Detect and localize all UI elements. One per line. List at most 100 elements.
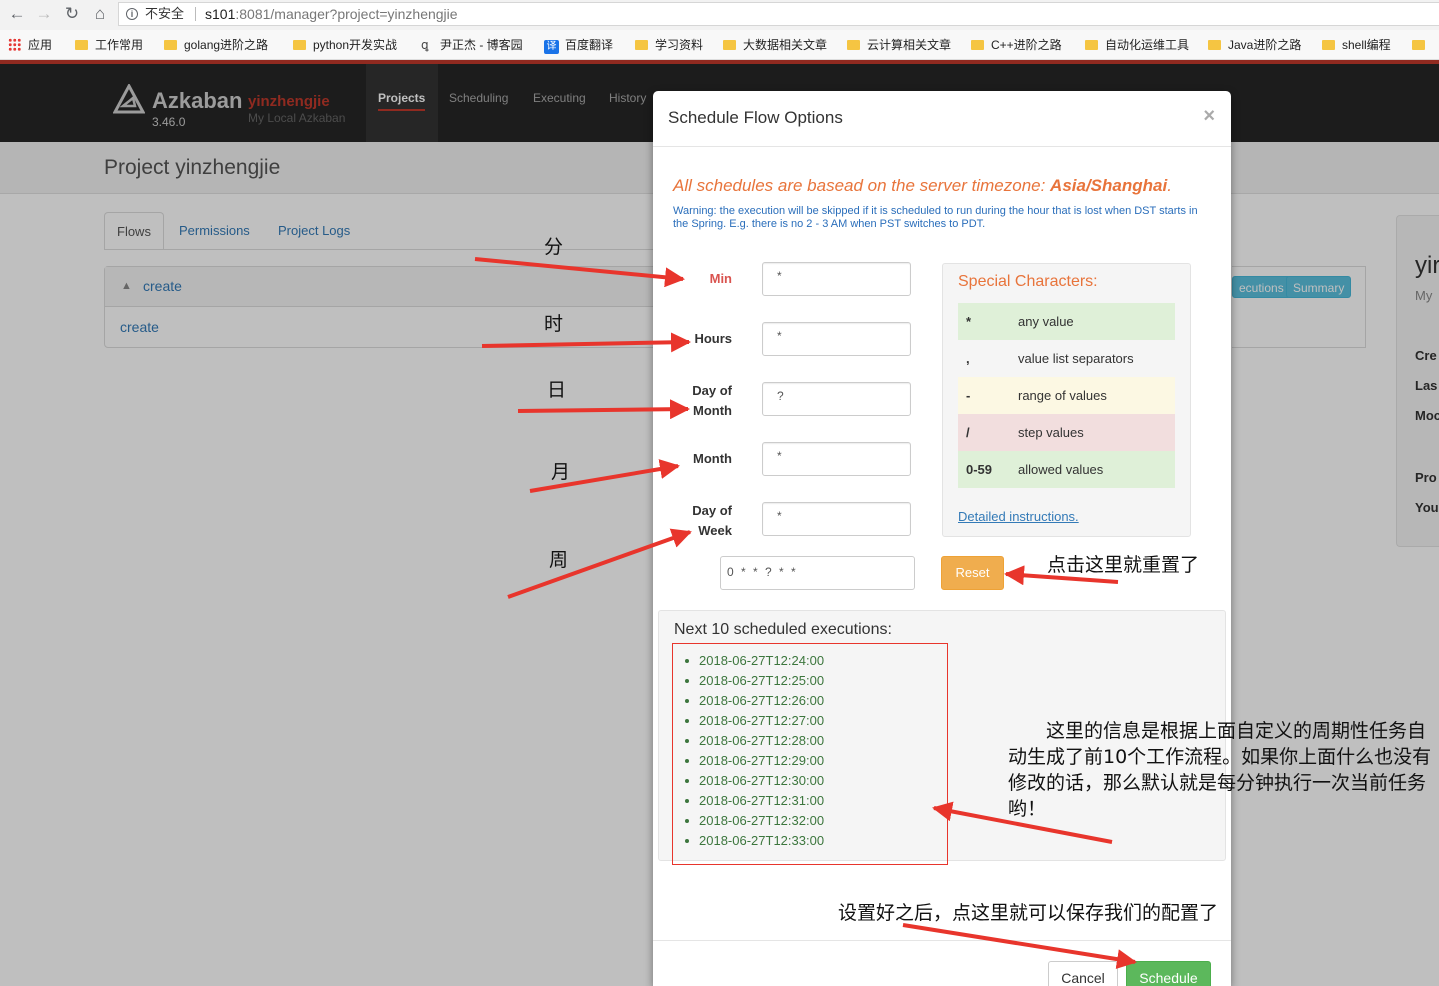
url-text[interactable]: s101:8081/manager?project=yinzhengjie bbox=[205, 3, 458, 25]
bookmark-item[interactable]: Java进阶之路 bbox=[1208, 30, 1301, 60]
min-label: Min bbox=[709, 271, 732, 286]
special-char-desc: allowed values bbox=[1018, 462, 1104, 477]
special-char-row: / step values bbox=[958, 414, 1175, 451]
special-char-desc: step values bbox=[1018, 425, 1084, 440]
special-char-key: 0-59 bbox=[966, 462, 993, 477]
url-host: s101 bbox=[205, 6, 236, 22]
address-bar[interactable]: i 不安全 s101:8081/manager?project=yinzheng… bbox=[118, 2, 1439, 26]
special-char-key: / bbox=[966, 425, 970, 440]
bookmark-item[interactable]: C++进阶之路 bbox=[971, 30, 1062, 60]
schedule-button[interactable]: Schedule bbox=[1126, 961, 1211, 986]
special-char-row: , value list separators bbox=[958, 340, 1175, 377]
bookmark-item[interactable]: 自动化运维工具 bbox=[1085, 30, 1189, 60]
special-char-key: , bbox=[966, 351, 970, 366]
address-separator bbox=[195, 7, 196, 21]
special-char-row: 0-59 allowed values bbox=[958, 451, 1175, 488]
bookmark-label: 尹正杰 - 博客园 bbox=[440, 38, 523, 52]
timezone-note: All schedules are basead on the server t… bbox=[673, 176, 1172, 196]
month-input[interactable]: * bbox=[762, 442, 911, 476]
day-of-month-label-line1: Day of bbox=[692, 383, 732, 398]
bookmark-item[interactable]: 云计算相关文章 bbox=[847, 30, 951, 60]
bookmark-label: 应用 bbox=[28, 38, 53, 52]
bookmark-label: python开发实战 bbox=[313, 38, 398, 52]
day-of-month-label-line2: Month bbox=[693, 403, 732, 418]
bookmark-label: 学习资料 bbox=[655, 38, 704, 52]
day-of-week-label-line2: Week bbox=[698, 523, 732, 538]
folder-icon bbox=[164, 40, 177, 50]
special-characters-title: Special Characters: bbox=[958, 273, 1098, 290]
timezone-value: Asia/Shanghai bbox=[1050, 176, 1168, 195]
browser-toolbar: ← → ↻ ⌂ i 不安全 s101:8081/manager?project=… bbox=[0, 0, 1439, 30]
cron-expression-input[interactable]: 0 * * ? * * bbox=[720, 556, 915, 590]
bookmark-item[interactable]: shell编程 bbox=[1322, 30, 1391, 60]
home-icon[interactable]: ⌂ bbox=[89, 3, 111, 25]
bookmark-label: 百度翻译 bbox=[565, 38, 614, 52]
hours-label: Hours bbox=[694, 331, 732, 346]
reset-button[interactable]: Reset bbox=[941, 556, 1004, 590]
bookmark-label: 大数据相关文章 bbox=[743, 38, 828, 52]
bookmarks-bar: 应用 工作常用 golang进阶之路 python开发实战 ꝗ 尹正杰 - 博客园… bbox=[0, 30, 1439, 60]
folder-icon bbox=[1322, 40, 1335, 50]
blog-icon: ꝗ bbox=[421, 38, 429, 52]
special-char-row: - range of values bbox=[958, 377, 1175, 414]
timezone-suffix: . bbox=[1167, 176, 1172, 195]
bookmark-label: shell编程 bbox=[1342, 38, 1391, 52]
special-characters-panel: Special Characters: * any value , value li… bbox=[942, 263, 1191, 537]
info-icon[interactable]: i bbox=[126, 8, 138, 20]
bookmark-label: C++进阶之路 bbox=[991, 38, 1062, 52]
month-label: Month bbox=[693, 451, 732, 466]
bookmark-item[interactable]: ꝗ 尹正杰 - 博客园 bbox=[421, 30, 523, 60]
annotation-day: 日 bbox=[547, 379, 567, 401]
bookmark-item[interactable]: golang进阶之路 bbox=[164, 30, 268, 60]
special-char-key: * bbox=[966, 314, 972, 329]
detailed-instructions-link[interactable]: Detailed instructions. bbox=[958, 509, 1079, 524]
apps-grid-icon bbox=[8, 38, 21, 51]
back-arrow-icon[interactable]: ← bbox=[6, 3, 28, 25]
folder-icon bbox=[1208, 40, 1221, 50]
special-char-row: * any value bbox=[958, 303, 1175, 340]
folder-icon bbox=[635, 40, 648, 50]
annotation-highlight-box bbox=[672, 643, 948, 865]
annotation-reset-note: 点击这里就重置了 bbox=[1047, 554, 1200, 576]
cancel-button[interactable]: Cancel bbox=[1048, 961, 1118, 986]
folder-icon bbox=[1085, 40, 1098, 50]
bookmark-item[interactable]: 学习资料 bbox=[635, 30, 703, 60]
forward-arrow-icon[interactable]: → bbox=[33, 3, 55, 25]
folder-icon bbox=[1412, 40, 1425, 50]
bookmark-item[interactable]: 大数据相关文章 bbox=[723, 30, 827, 60]
bookmark-item[interactable]: 译百度翻译 bbox=[544, 30, 613, 60]
bookmark-apps[interactable]: 应用 bbox=[8, 30, 52, 60]
next-executions-title: Next 10 scheduled executions: bbox=[674, 621, 892, 638]
security-label: 不安全 bbox=[145, 6, 185, 21]
annotation-month: 月 bbox=[551, 461, 571, 483]
timezone-prefix: All schedules are basead on the server t… bbox=[673, 176, 1051, 195]
url-path: :8081/manager?project=yinzhengjie bbox=[235, 6, 458, 22]
day-of-month-input[interactable]: ? bbox=[762, 382, 911, 416]
cron-field-labels: Min Hours Day of Month Month Day of Week bbox=[673, 261, 732, 561]
special-char-desc: any value bbox=[1018, 314, 1074, 329]
bookmark-item[interactable]: python开发实战 bbox=[293, 30, 397, 60]
dst-warning: Warning: the execution will be skipped i… bbox=[673, 205, 1198, 230]
hours-input[interactable]: * bbox=[762, 322, 911, 356]
bookmark-label: golang进阶之路 bbox=[184, 38, 269, 52]
folder-icon bbox=[847, 40, 860, 50]
day-of-week-input[interactable]: * bbox=[762, 502, 911, 536]
bookmark-label: 云计算相关文章 bbox=[867, 38, 952, 52]
bookmark-item[interactable]: 工作常用 bbox=[75, 30, 143, 60]
modal-footer-divider bbox=[653, 940, 1231, 941]
annotation-hour: 时 bbox=[544, 313, 564, 335]
close-icon[interactable]: × bbox=[1203, 105, 1215, 128]
folder-icon bbox=[723, 40, 736, 50]
min-input[interactable]: * bbox=[762, 262, 911, 296]
annotation-schedule-note: 设置好之后，点这里就可以保存我们的配置了 bbox=[838, 902, 1219, 924]
folder-icon bbox=[971, 40, 984, 50]
folder-icon bbox=[293, 40, 306, 50]
bookmark-item[interactable] bbox=[1412, 30, 1432, 60]
schedule-flow-modal: Schedule Flow Options × All schedules ar… bbox=[653, 91, 1231, 986]
annotation-executions-note: 这里的信息是根据上面自定义的周期性任务自动生成了前10个工作流程。如果你上面什么… bbox=[1008, 720, 1432, 820]
day-of-week-label-line1: Day of bbox=[692, 503, 732, 518]
special-char-desc: value list separators bbox=[1018, 351, 1134, 366]
modal-title: Schedule Flow Options bbox=[668, 108, 843, 127]
reload-icon[interactable]: ↻ bbox=[61, 3, 83, 25]
folder-icon bbox=[75, 40, 88, 50]
